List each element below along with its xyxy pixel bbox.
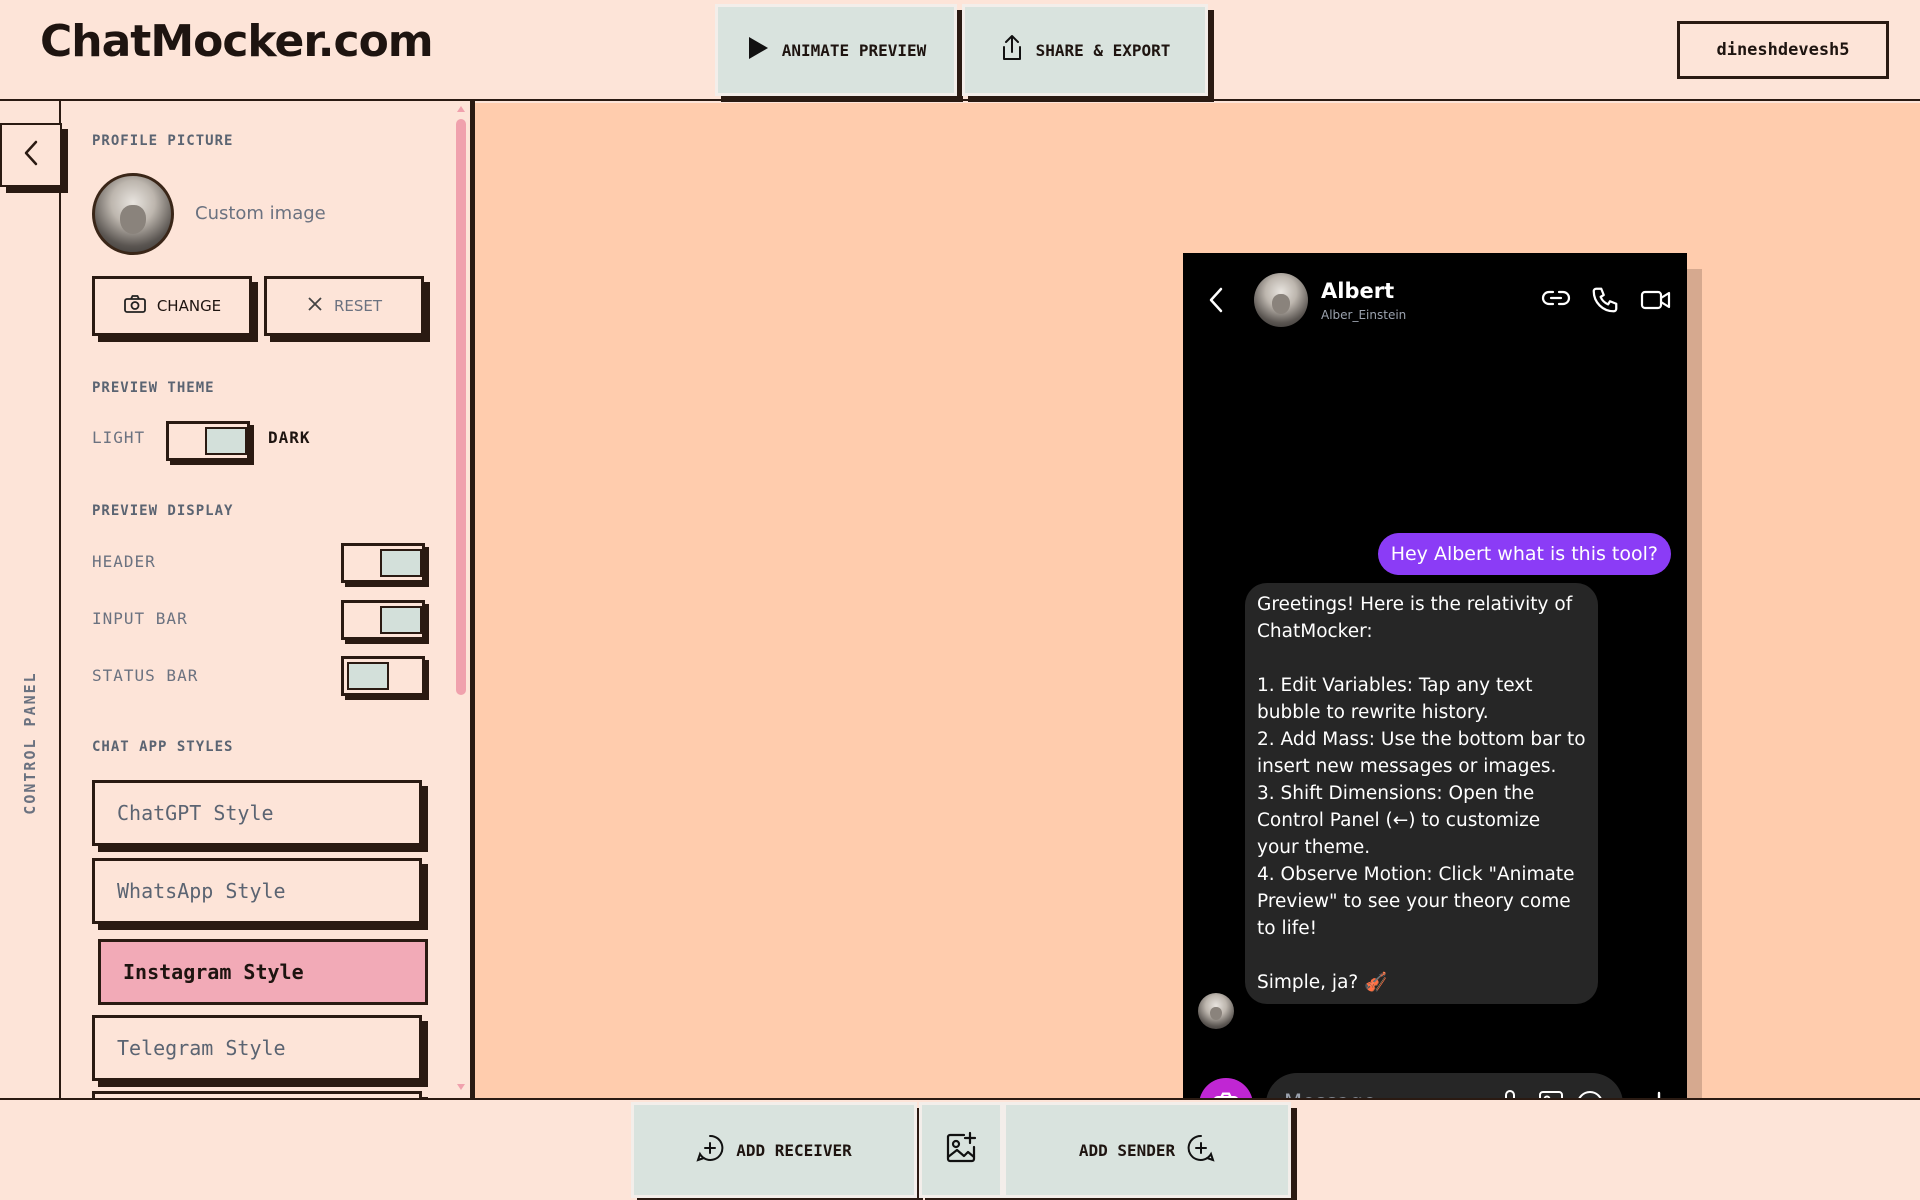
phone-preview: Albert Alber_Einstein Hey Albert what is… <box>1183 253 1687 1151</box>
preview-theme-title: PREVIEW THEME <box>92 380 215 396</box>
contact-handle: Alber_Einstein <box>1321 308 1407 322</box>
panel-scrollbar[interactable] <box>453 103 469 1098</box>
add-sender-label: ADD SENDER <box>1078 1140 1176 1160</box>
style-whatsapp[interactable]: WhatsApp Style <box>92 858 422 924</box>
add-receiver-label: ADD RECEIVER <box>736 1140 852 1160</box>
control-panel-rail: CONTROL PANEL <box>0 101 61 1098</box>
profile-picture-title: PROFILE PICTURE <box>92 133 234 149</box>
contact-name: Albert <box>1321 279 1395 303</box>
bottom-bar: ADD RECEIVER ADD SENDER <box>0 1098 1920 1200</box>
sender-mini-avatar <box>1198 993 1234 1029</box>
change-picture-button[interactable]: CHANGE <box>92 276 252 336</box>
control-panel: PROFILE PICTURE Custom image CHANGE RESE… <box>62 103 452 1098</box>
close-icon <box>306 295 324 317</box>
share-export-label: SHARE & EXPORT <box>1035 40 1171 60</box>
top-bar: ChatMocker.com ANIMATE PREVIEW SHARE & E… <box>0 0 1920 101</box>
camera-icon <box>123 294 147 318</box>
chevron-left-icon <box>22 139 40 171</box>
add-sender-button[interactable]: ADD SENDER <box>1003 1102 1291 1198</box>
change-label: CHANGE <box>156 297 222 315</box>
animate-preview-label: ANIMATE PREVIEW <box>781 40 927 60</box>
theme-toggle-knob <box>205 427 247 455</box>
reset-picture-button[interactable]: RESET <box>264 276 424 336</box>
profile-avatar[interactable] <box>92 173 174 255</box>
theme-toggle[interactable] <box>166 421 250 461</box>
add-image-button[interactable] <box>919 1102 1003 1198</box>
add-circle-icon <box>696 1134 724 1166</box>
chat-app-styles-title: CHAT APP STYLES <box>92 739 234 755</box>
theme-light-label: LIGHT <box>92 428 146 447</box>
animate-preview-button[interactable]: ANIMATE PREVIEW <box>715 4 957 96</box>
preview-area: Albert Alber_Einstein Hey Albert what is… <box>475 103 1920 1167</box>
style-telegram[interactable]: Telegram Style <box>92 1015 422 1081</box>
custom-image-label: Custom image <box>195 203 326 224</box>
app-logo[interactable]: ChatMocker.com <box>40 16 434 67</box>
header-toggle[interactable] <box>341 543 425 583</box>
share-export-button[interactable]: SHARE & EXPORT <box>962 4 1208 96</box>
header-toggle-label: HEADER <box>92 552 156 571</box>
scrollbar-thumb[interactable] <box>456 119 466 695</box>
outgoing-message[interactable]: Hey Albert what is this tool? <box>1377 533 1671 575</box>
preview-display-title: PREVIEW DISPLAY <box>92 503 234 519</box>
incoming-message[interactable]: Greetings! Here is the relativity of Cha… <box>1245 583 1598 1004</box>
style-instagram[interactable]: Instagram Style <box>98 939 428 1005</box>
add-image-icon <box>944 1131 978 1169</box>
video-icon[interactable] <box>1640 288 1672 316</box>
status-bar-toggle-label: STATUS BAR <box>92 666 199 685</box>
control-panel-label: CONTROL PANEL <box>21 671 39 815</box>
chat-header: Albert Alber_Einstein <box>1183 253 1687 345</box>
user-account-button[interactable]: dineshdevesh5 <box>1677 21 1889 79</box>
link-icon[interactable] <box>1541 287 1571 313</box>
reset-label: RESET <box>333 297 383 315</box>
input-bar-toggle[interactable] <box>341 600 425 640</box>
style-chatgpt[interactable]: ChatGPT Style <box>92 780 422 846</box>
share-icon <box>1000 34 1024 66</box>
add-receiver-button[interactable]: ADD RECEIVER <box>631 1102 917 1198</box>
play-icon <box>746 35 770 65</box>
back-chevron-icon[interactable] <box>1209 287 1223 317</box>
status-bar-toggle[interactable] <box>341 656 425 696</box>
chat-avatar[interactable] <box>1254 273 1308 327</box>
input-bar-toggle-label: INPUT BAR <box>92 609 188 628</box>
theme-dark-label: DARK <box>268 428 311 447</box>
collapse-panel-button[interactable] <box>0 123 62 187</box>
style-next[interactable] <box>92 1091 422 1098</box>
phone-icon[interactable] <box>1590 285 1620 319</box>
add-circle-icon <box>1187 1134 1215 1166</box>
